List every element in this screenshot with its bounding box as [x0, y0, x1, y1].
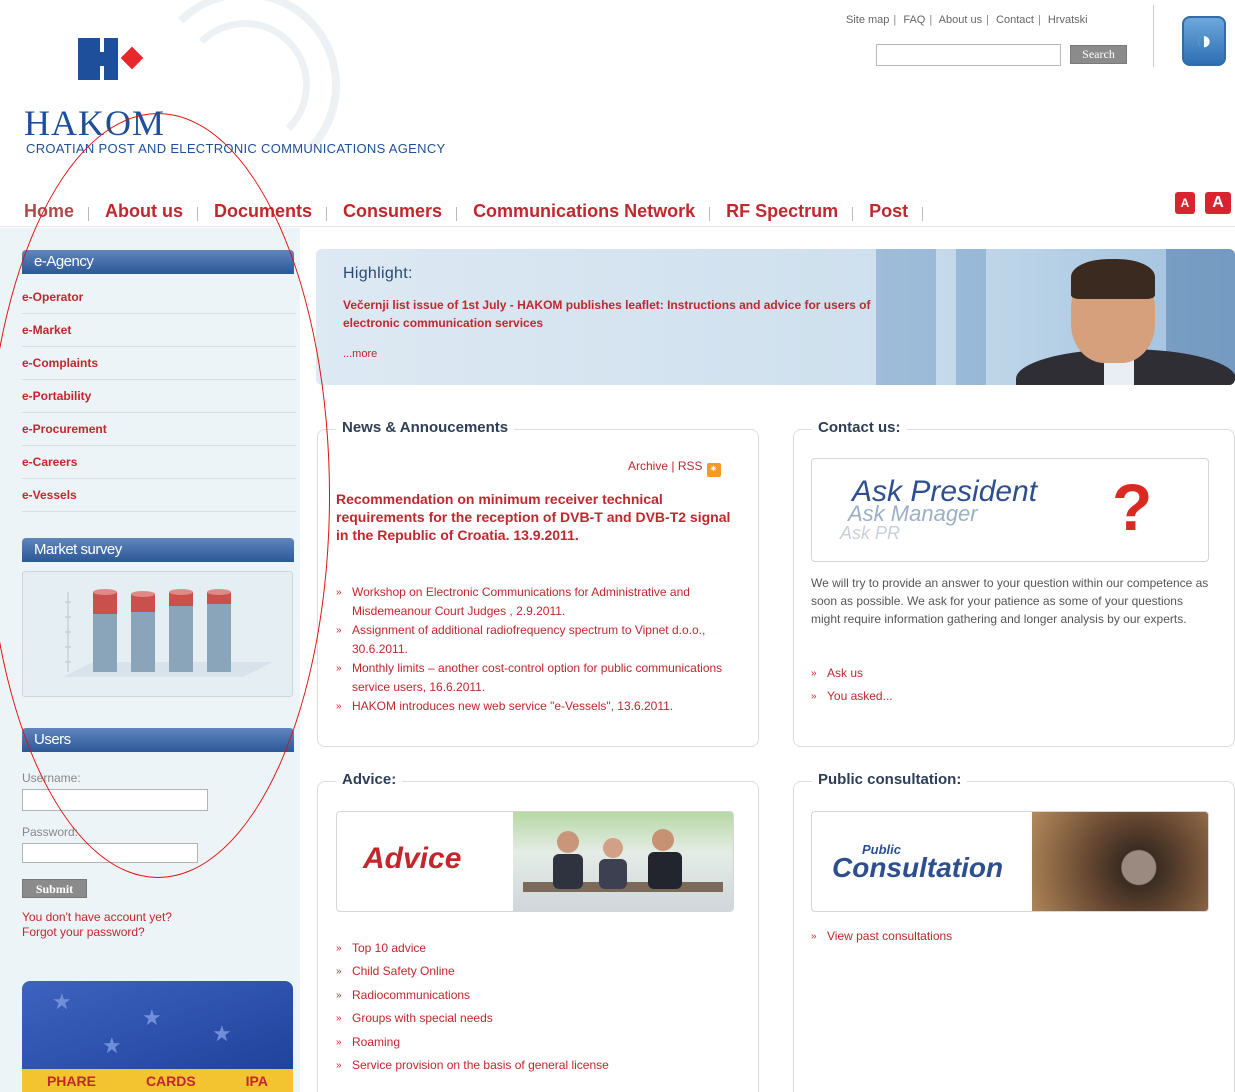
question-mark-icon: ?	[1112, 470, 1153, 544]
public-consultation-banner[interactable]: Public Consultation	[811, 811, 1209, 912]
toplink-contact[interactable]: Contact	[996, 14, 1034, 26]
annotation-ellipse	[0, 113, 330, 878]
news-headline[interactable]: Recommendation on minimum receiver techn…	[336, 490, 736, 544]
news-title: News & Annoucements	[336, 419, 515, 436]
list-item[interactable]: » Groups with special needs	[336, 1007, 736, 1030]
toplink-hrvatski[interactable]: Hrvatski	[1048, 14, 1088, 26]
advice-banner[interactable]: Advice	[336, 811, 734, 912]
eu-label-cards: CARDS	[145, 1072, 196, 1089]
pc-banner-big-text: Consultation	[832, 852, 1004, 883]
rss-link[interactable]: RSS	[678, 459, 703, 473]
eu-labels: PHARE CARDS IPA	[22, 1069, 293, 1092]
highlight-title: Highlight:	[343, 265, 413, 282]
list-item[interactable]: » Top 10 advice	[336, 937, 736, 960]
nav-rf-spectrum[interactable]: RF Spectrum	[726, 201, 838, 222]
list-item[interactable]: » Radiocommunications	[336, 984, 736, 1007]
search-input[interactable]	[876, 44, 1061, 66]
submit-button[interactable]: Submit	[22, 879, 87, 898]
consultation-title: Public consultation:	[812, 771, 968, 788]
toplink-about-us[interactable]: About us	[939, 14, 982, 26]
advice-photo	[513, 812, 733, 911]
rss-icon[interactable]: ⁕	[706, 463, 721, 477]
list-item[interactable]: » Child Safety Online	[336, 960, 736, 983]
hakom-logo[interactable]	[78, 38, 150, 80]
businessman-hair	[1071, 259, 1155, 299]
nav-post[interactable]: Post	[869, 201, 908, 222]
highlight-banner: Highlight: Večernji list issue of 1st Ju…	[316, 249, 1235, 385]
contact-description: We will try to provide an answer to your…	[811, 576, 1209, 626]
search-button[interactable]: Search	[1070, 45, 1127, 64]
star-icon: ★	[52, 989, 72, 1014]
nav-consumers[interactable]: Consumers	[343, 201, 442, 222]
list-item[interactable]: » Service provision on the basis of gener…	[336, 1054, 736, 1077]
register-link[interactable]: You don't have account yet?	[22, 910, 172, 924]
accessibility-icon[interactable]: ◑	[1182, 16, 1226, 66]
news-archive-links: Archive | RSS ⁕	[628, 459, 721, 477]
view-past-consultations-link[interactable]: » View past consultations	[811, 927, 1111, 946]
star-icon: ★	[212, 1021, 232, 1046]
you-asked-link[interactable]: » You asked...	[811, 685, 1111, 708]
eu-label-ipa: IPA	[245, 1072, 268, 1089]
forgot-password-link[interactable]: Forgot your password?	[22, 925, 145, 939]
list-item[interactable]: » Monthly limits – another cost-control o…	[336, 659, 736, 697]
list-item[interactable]: » HAKOM introduces new web service "e-Ves…	[336, 697, 736, 716]
nav-communications-network[interactable]: Communications Network	[473, 201, 695, 222]
highlight-more-link[interactable]: ...more	[343, 348, 377, 360]
ask-president-banner[interactable]: Ask PR Ask Manager Ask President ?	[811, 458, 1209, 562]
highlight-link[interactable]: Večernji list issue of 1st July - HAKOM …	[343, 296, 928, 332]
advice-title: Advice:	[336, 771, 403, 788]
ask-us-link[interactable]: » Ask us	[811, 662, 1111, 685]
microphone-photo	[1032, 812, 1208, 911]
list-item[interactable]: » Roaming	[336, 1031, 736, 1054]
password-label: Password:	[22, 825, 79, 839]
contact-links: » Ask us » You asked...	[811, 662, 1111, 708]
eu-programs-banner[interactable]: ★ ★ ★ ★ PHARE CARDS IPA	[22, 981, 293, 1092]
consultation-links: » View past consultations	[811, 927, 1111, 946]
font-size-small-button[interactable]: A	[1175, 192, 1195, 214]
star-icon: ★	[102, 1033, 122, 1058]
advice-banner-text: Advice	[363, 842, 462, 875]
list-item[interactable]: » Assignment of additional radiofrequency…	[336, 621, 736, 659]
contact-title: Contact us:	[812, 419, 907, 436]
header-divider	[1153, 5, 1154, 67]
toplink-faq[interactable]: FAQ	[903, 14, 925, 26]
star-icon: ★	[142, 1005, 162, 1030]
font-size-large-button[interactable]: A	[1205, 192, 1231, 214]
building-graphic	[956, 249, 986, 385]
ask-president-text: Ask President	[852, 475, 1038, 508]
advice-list: » Top 10 advice » Child Safety Online » Rad…	[336, 937, 736, 1077]
people-meeting-graphic	[523, 829, 723, 892]
toplink-site-map[interactable]: Site map	[846, 14, 889, 26]
list-item[interactable]: » Workshop on Electronic Communications f…	[336, 583, 736, 621]
news-list: » Workshop on Electronic Communications f…	[336, 583, 736, 716]
top-links: Site map | FAQ | About us | Contact | Hrvats…	[846, 14, 1088, 26]
archive-link[interactable]: Archive	[628, 459, 668, 473]
eu-label-phare: PHARE	[46, 1072, 96, 1089]
